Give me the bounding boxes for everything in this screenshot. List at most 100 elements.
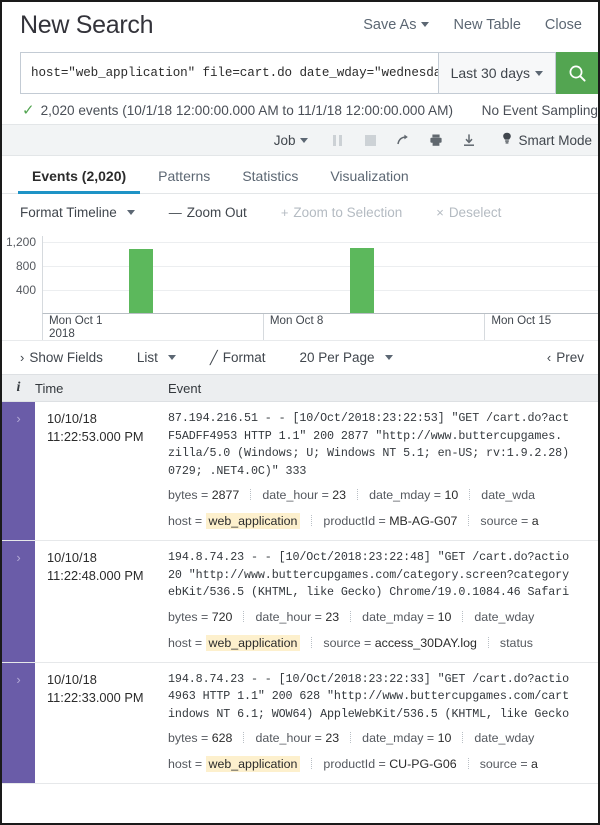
- prev-page-button[interactable]: ‹ Prev: [547, 350, 584, 365]
- event-raw-line: 87.194.216.51 - - [10/Oct/2018:23:22:53]…: [168, 410, 598, 428]
- field-separator: [462, 732, 463, 743]
- column-header-time[interactable]: Time: [35, 381, 168, 396]
- chevron-down-icon: [168, 355, 176, 360]
- event-sampling-dropdown[interactable]: No Event Sampling: [482, 103, 598, 118]
- event-timestamp: 10/10/1811:22:33.000 PM: [35, 663, 168, 784]
- event-field[interactable]: bytes = 628: [168, 728, 232, 749]
- event-field[interactable]: productId = CU-PG-G06: [323, 754, 456, 775]
- event-field[interactable]: date_mday = 10: [362, 728, 451, 749]
- event-field[interactable]: host = web_application: [168, 754, 300, 775]
- run-search-button[interactable]: [556, 52, 598, 94]
- chevron-right-icon[interactable]: ›: [2, 673, 35, 686]
- event-field[interactable]: date_hour = 23: [262, 485, 346, 506]
- event-field[interactable]: bytes = 720: [168, 607, 232, 628]
- job-dropdown[interactable]: Job: [274, 133, 309, 148]
- event-expand-gutter[interactable]: ›: [2, 402, 35, 540]
- search-bar: host="web_application" file=cart.do date…: [2, 48, 598, 94]
- search-query-text: host="web_application" file=cart.do date…: [31, 66, 438, 80]
- field-key: productId =: [323, 514, 389, 528]
- time-range-picker[interactable]: Last 30 days: [438, 52, 556, 94]
- event-field[interactable]: date_wda: [481, 485, 535, 506]
- field-key: date_hour =: [255, 610, 325, 624]
- pause-icon[interactable]: [330, 133, 344, 147]
- column-header-event[interactable]: Event: [168, 381, 598, 396]
- search-input[interactable]: host="web_application" file=cart.do date…: [20, 52, 438, 94]
- list-view-dropdown[interactable]: List: [137, 350, 176, 365]
- field-separator: [468, 758, 469, 769]
- event-time: 11:22:48.000 PM: [47, 567, 162, 585]
- event-raw-line: ebKit/536.5 (KHTML, like Gecko) Chrome/1…: [168, 584, 598, 602]
- event-timestamp: 10/10/1811:22:48.000 PM: [35, 541, 168, 662]
- event-field[interactable]: date_hour = 23: [255, 607, 339, 628]
- column-header-info: i: [2, 380, 35, 396]
- event-field[interactable]: date_hour = 23: [255, 728, 339, 749]
- tab-events[interactable]: Events (2,020): [16, 168, 142, 193]
- show-fields-button[interactable]: › Show Fields: [20, 350, 103, 365]
- event-field[interactable]: host = web_application: [168, 633, 300, 654]
- field-value: 10: [445, 488, 459, 502]
- event-field[interactable]: host = web_application: [168, 511, 300, 532]
- timeline-gridline: [43, 290, 598, 291]
- job-action-icons: [330, 133, 476, 147]
- tab-patterns[interactable]: Patterns: [142, 168, 226, 193]
- field-key: date_wday: [474, 731, 534, 745]
- field-separator: [243, 732, 244, 743]
- table-row[interactable]: ›10/10/1811:22:48.000 PM194.8.74.23 - - …: [2, 541, 598, 663]
- chevron-right-icon[interactable]: ›: [2, 551, 35, 564]
- event-field-row: bytes = 628date_hour = 23date_mday = 10d…: [168, 728, 598, 749]
- close-button[interactable]: Close: [545, 17, 582, 33]
- field-separator: [311, 515, 312, 526]
- stop-icon[interactable]: [363, 133, 377, 147]
- event-field[interactable]: source = a: [480, 754, 538, 775]
- timeline-y-axis: 4008001,200: [2, 236, 38, 314]
- chevron-down-icon: [421, 22, 429, 27]
- export-icon[interactable]: [462, 133, 476, 147]
- format-button[interactable]: ╱ Format: [210, 350, 266, 366]
- event-expand-gutter[interactable]: ›: [2, 541, 35, 662]
- field-key: date_hour =: [255, 731, 325, 745]
- field-key: date_hour =: [262, 488, 332, 502]
- field-key: host =: [168, 514, 206, 528]
- chevron-right-icon[interactable]: ›: [2, 412, 35, 425]
- table-row[interactable]: ›10/10/1811:22:33.000 PM194.8.74.23 - - …: [2, 663, 598, 785]
- event-field[interactable]: bytes = 2877: [168, 485, 239, 506]
- format-timeline-button[interactable]: Format Timeline: [20, 205, 135, 220]
- event-expand-gutter[interactable]: ›: [2, 663, 35, 784]
- field-separator: [311, 758, 312, 769]
- event-timestamp: 10/10/1811:22:53.000 PM: [35, 402, 168, 540]
- timeline-y-tick-label: 400: [16, 283, 36, 297]
- event-field[interactable]: source = access_30DAY.log: [323, 633, 477, 654]
- search-mode-label: Smart Mode: [518, 133, 592, 148]
- deselect-button[interactable]: × Deselect: [436, 205, 501, 220]
- field-key: date_mday =: [362, 731, 437, 745]
- field-key: bytes =: [168, 488, 212, 502]
- per-page-dropdown[interactable]: 20 Per Page: [300, 350, 393, 365]
- new-table-button[interactable]: New Table: [453, 17, 520, 33]
- table-row[interactable]: ›10/10/1811:22:53.000 PM87.194.216.51 - …: [2, 402, 598, 541]
- event-field[interactable]: date_mday = 10: [362, 607, 451, 628]
- field-key: productId =: [323, 757, 389, 771]
- event-field[interactable]: date_wday: [474, 607, 534, 628]
- timeline-bar[interactable]: [129, 249, 153, 313]
- chevron-down-icon: [535, 71, 543, 76]
- zoom-to-selection-button[interactable]: + Zoom to Selection: [281, 205, 402, 220]
- search-mode-selector[interactable]: Smart Mode: [502, 132, 592, 148]
- field-value: 23: [325, 731, 339, 745]
- chevron-right-icon: ›: [20, 350, 24, 365]
- event-field[interactable]: productId = MB-AG-G07: [323, 511, 457, 532]
- print-icon[interactable]: [429, 133, 443, 147]
- event-field[interactable]: date_wday: [474, 728, 534, 749]
- events-timeline-chart[interactable]: 4008001,200 Mon Oct 12018Mon Oct 8Mon Oc…: [2, 230, 598, 340]
- event-field[interactable]: status: [500, 633, 533, 654]
- timeline-plot-area[interactable]: [42, 236, 598, 314]
- event-field[interactable]: date_mday = 10: [369, 485, 458, 506]
- tab-statistics[interactable]: Statistics: [226, 168, 314, 193]
- zoom-out-button[interactable]: — Zoom Out: [169, 205, 247, 220]
- field-separator: [250, 489, 251, 500]
- event-field[interactable]: source = a: [480, 511, 538, 532]
- share-icon[interactable]: [396, 133, 410, 147]
- tab-visualization[interactable]: Visualization: [314, 168, 424, 193]
- event-raw-line: 20 "http://www.buttercupgames.com/catego…: [168, 567, 598, 585]
- timeline-bar[interactable]: [350, 248, 374, 313]
- save-as-button[interactable]: Save As: [363, 17, 429, 33]
